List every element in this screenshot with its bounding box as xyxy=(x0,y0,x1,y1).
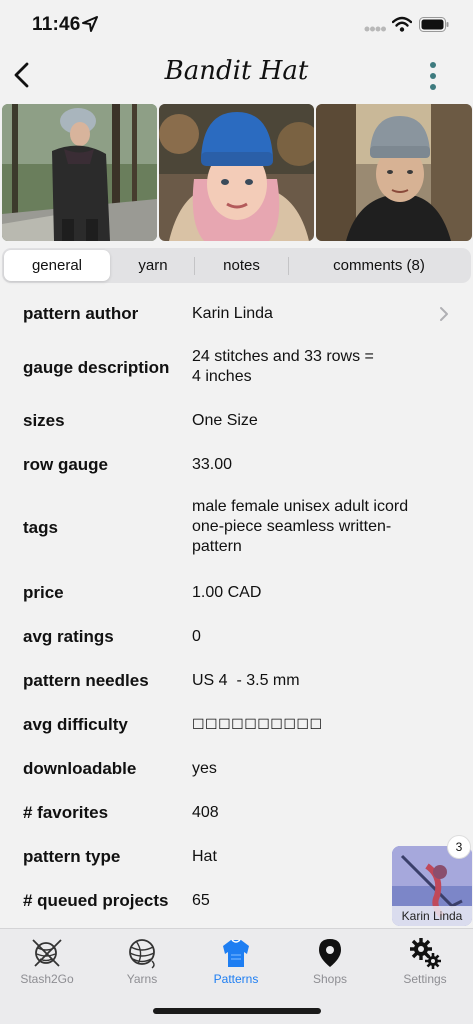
tab-general[interactable]: general xyxy=(4,250,110,281)
tab-yarns[interactable]: Yarns xyxy=(95,933,189,993)
photo-woman-park[interactable] xyxy=(2,104,157,241)
detail-label: downloadable xyxy=(23,759,137,778)
status-time: 11:46 xyxy=(32,14,81,35)
detail-label: tags xyxy=(23,518,58,537)
detail-label: pattern author xyxy=(23,304,139,323)
status-bar: 11:46 xyxy=(0,0,473,50)
detail-value: male female unisex adult icord one-piece… xyxy=(192,498,409,555)
yarn-ball-needles-icon xyxy=(32,939,62,967)
detail-label: sizes xyxy=(23,411,65,430)
tab-stash2go[interactable]: Stash2Go xyxy=(0,933,94,993)
detail-label: pattern needles xyxy=(23,671,149,690)
shop-pin-icon xyxy=(319,939,341,967)
chevron-right-icon xyxy=(440,307,448,321)
photo-gallery xyxy=(2,104,472,241)
detail-row-row-gauge: row gauge 33.00 xyxy=(0,442,473,486)
photo-grey-hat-tree[interactable] xyxy=(316,104,472,241)
yarn-ball-icon xyxy=(129,939,155,969)
home-indicator xyxy=(153,1008,321,1014)
detail-row-gauge-description: gauge description 24 stitches and 33 row… xyxy=(0,336,473,398)
page-title: Bandit Hat xyxy=(164,56,309,86)
detail-value: 408 xyxy=(192,804,219,821)
gears-icon xyxy=(410,938,441,969)
detail-row-favorites: # favorites 408 xyxy=(0,790,473,834)
detail-label: price xyxy=(23,583,64,602)
detail-row-avg-difficulty: avg difficulty ☐☐☐☐☐☐☐☐☐☐ xyxy=(0,702,473,746)
tab-yarn[interactable]: yarn xyxy=(112,250,194,281)
detail-row-pattern-author[interactable]: pattern author Karin Linda xyxy=(0,290,473,336)
bottom-tab-label: Settings xyxy=(403,972,447,986)
wifi-icon xyxy=(392,16,412,32)
detail-value: 1.00 CAD xyxy=(192,584,262,601)
detail-label: gauge description xyxy=(23,358,170,377)
battery-icon xyxy=(419,17,449,32)
detail-row-downloadable: downloadable yes xyxy=(0,746,473,790)
detail-row-pattern-needles: pattern needles US 4 - 3.5 mm xyxy=(0,658,473,702)
difficulty-rating: ☐☐☐☐☐☐☐☐☐☐ xyxy=(192,717,323,733)
bottom-tab-label: Yarns xyxy=(126,972,158,986)
detail-row-sizes: sizes One Size xyxy=(0,398,473,442)
back-chevron-icon[interactable] xyxy=(10,60,36,90)
bottom-tab-label: Shops xyxy=(312,972,348,986)
photo-blue-hat-selfie[interactable] xyxy=(159,104,314,241)
detail-label: avg difficulty xyxy=(23,715,128,734)
detail-value: US 4 - 3.5 mm xyxy=(192,672,300,689)
detail-label: pattern type xyxy=(23,847,121,866)
bottom-tab-label: Patterns xyxy=(213,972,259,986)
tab-comments[interactable]: comments (8) xyxy=(289,250,469,281)
detail-value: 33.00 xyxy=(192,456,233,473)
detail-label: # queued projects xyxy=(23,891,169,910)
detail-value: One Size xyxy=(192,412,258,429)
tab-shops[interactable]: Shops xyxy=(283,933,377,993)
detail-value: yes xyxy=(192,760,217,777)
navigation-bar: Bandit Hat xyxy=(0,50,473,102)
detail-value: Karin Linda xyxy=(192,305,273,322)
tab-notes[interactable]: notes xyxy=(195,250,288,281)
detail-row-avg-ratings: avg ratings 0 xyxy=(0,614,473,658)
location-arrow-icon xyxy=(82,16,98,32)
tab-settings[interactable]: Settings xyxy=(378,933,472,993)
detail-row-price: price 1.00 CAD xyxy=(0,570,473,614)
cellular-signal-icon xyxy=(364,26,386,32)
thumbnail-count-badge: 3 xyxy=(447,835,471,859)
detail-value: 0 xyxy=(192,628,201,645)
detail-label: # favorites xyxy=(23,803,109,822)
more-options-icon[interactable] xyxy=(422,60,444,92)
detail-row-tags: tags male female unisex adult icord one-… xyxy=(0,486,473,570)
segmented-tab-bar: general yarn notes comments (8) xyxy=(2,248,471,283)
bottom-tab-label: Stash2Go xyxy=(20,972,74,986)
tab-patterns[interactable]: Patterns xyxy=(189,933,283,993)
detail-label: row gauge xyxy=(23,455,109,474)
detail-value: 24 stitches and 33 rows = 4 inches xyxy=(192,348,374,385)
detail-label: avg ratings xyxy=(23,627,114,646)
thumbnail-caption: Karin Linda xyxy=(392,906,472,926)
sweater-icon xyxy=(223,939,249,967)
